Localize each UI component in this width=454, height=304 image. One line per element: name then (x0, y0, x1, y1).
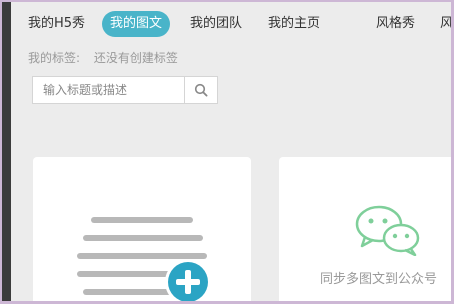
sync-wechat-card[interactable]: 同步多图文到公众号 (279, 157, 451, 301)
app-frame: 我的H5秀 我的图文 我的团队 我的主页 风格秀 风 我的标签: 还没有创建标签 (2, 2, 451, 301)
nav-item-team[interactable]: 我的团队 (182, 11, 250, 37)
nav-item-h5[interactable]: 我的H5秀 (20, 11, 93, 37)
tags-row: 我的标签: 还没有创建标签 (28, 49, 188, 66)
nav-item-more[interactable]: 风 (432, 11, 451, 37)
sync-wechat-text: 同步多图文到公众号 (320, 272, 438, 287)
wechat-icon (355, 205, 420, 256)
create-article-card[interactable] (33, 157, 251, 301)
top-nav: 我的H5秀 我的图文 我的团队 我的主页 风格秀 风 (20, 9, 451, 37)
search-box (32, 76, 218, 104)
placeholder-line (91, 217, 193, 223)
tags-label: 我的标签: (28, 51, 81, 65)
add-icon (168, 262, 208, 301)
left-edge-bar (2, 2, 11, 301)
nav-item-articles[interactable]: 我的图文 (102, 11, 171, 37)
nav-item-homepage[interactable]: 我的主页 (260, 11, 328, 37)
tags-empty-text: 还没有创建标签 (93, 51, 178, 65)
search-button[interactable] (184, 77, 217, 103)
placeholder-line (83, 289, 173, 295)
search-icon (194, 83, 208, 97)
search-input[interactable] (33, 77, 186, 103)
placeholder-line (83, 235, 203, 241)
nav-item-style[interactable]: 风格秀 (368, 11, 423, 37)
add-article-button[interactable] (165, 259, 211, 301)
